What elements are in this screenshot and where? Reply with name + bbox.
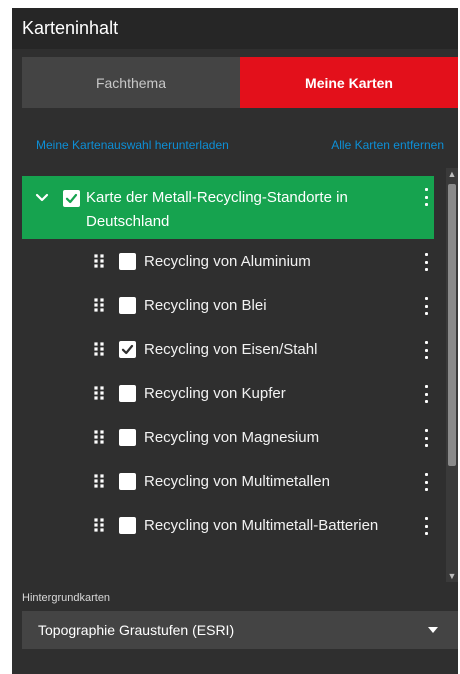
layer-row[interactable]: Recycling von Multimetallen [22,459,434,503]
layer-row[interactable]: Recycling von Eisen/Stahl [22,327,434,371]
layer-row[interactable]: Recycling von Magnesium [22,415,434,459]
layer-checkbox[interactable] [119,429,136,446]
layer-row[interactable]: Recycling von Blei [22,283,434,327]
layer-checkbox[interactable] [119,473,136,490]
drag-handle-icon[interactable] [93,429,105,445]
layer-label: Recycling von Kupfer [144,385,286,402]
layer-label: Recycling von Aluminium [144,253,311,270]
chevron-down-icon[interactable] [34,190,50,206]
scroll-up-icon[interactable]: ▲ [446,168,458,180]
layer-checkbox[interactable] [119,517,136,534]
drag-handle-icon[interactable] [93,253,105,269]
drag-handle-icon[interactable] [93,517,105,533]
remove-all-maps-link[interactable]: Alle Karten entfernen [331,138,444,152]
layer-label: Recycling von Multimetall-Batterien [144,517,379,534]
more-vertical-icon[interactable] [420,385,432,403]
more-vertical-icon[interactable] [420,188,432,206]
layer-list-scrollbar[interactable]: ▲ ▼ [446,168,458,582]
more-vertical-icon[interactable] [420,341,432,359]
layer-label: Recycling von Multimetallen [144,473,330,490]
layer-label: Recycling von Eisen/Stahl [144,341,318,358]
drag-handle-icon[interactable] [93,385,105,401]
more-vertical-icon[interactable] [420,253,432,271]
checkmark-icon [65,193,78,204]
more-vertical-icon[interactable] [420,297,432,315]
drag-handle-icon[interactable] [93,473,105,489]
more-vertical-icon[interactable] [420,429,432,447]
layer-row[interactable]: Recycling von Kupfer [22,371,434,415]
more-vertical-icon[interactable] [420,517,432,535]
caret-down-icon [428,627,438,633]
basemap-selected-value: Topographie Graustufen (ESRI) [38,622,235,638]
map-group-checkbox[interactable] [63,190,80,207]
scrollbar-thumb[interactable] [448,184,456,466]
tab-bar: Fachthema Meine Karten [22,57,458,108]
basemap-select[interactable]: Topographie Graustufen (ESRI) [22,611,458,649]
checkmark-icon [121,344,134,355]
tab-meine-karten[interactable]: Meine Karten [240,57,458,108]
layer-checkbox[interactable] [119,253,136,270]
map-group-title: Karte der Metall-Recycling-Standorte in … [86,189,348,230]
layer-checkbox[interactable] [119,341,136,358]
layer-label: Recycling von Blei [144,297,267,314]
basemap-label: Hintergrundkarten [22,592,111,604]
map-group-row[interactable]: Karte der Metall-Recycling-Standorte in … [22,176,434,239]
layer-checkbox[interactable] [119,385,136,402]
panel-title: Karteninhalt [12,8,458,49]
layer-row[interactable]: Recycling von Aluminium [22,239,434,283]
more-vertical-icon[interactable] [420,473,432,491]
layer-checkbox[interactable] [119,297,136,314]
drag-handle-icon[interactable] [93,297,105,313]
layer-label: Recycling von Magnesium [144,429,320,446]
scroll-down-icon[interactable]: ▼ [446,570,458,582]
map-actions: Meine Kartenauswahl herunterladen Alle K… [36,138,444,152]
download-selection-link[interactable]: Meine Kartenauswahl herunterladen [36,138,229,152]
map-layer-list: Karte der Metall-Recycling-Standorte in … [22,176,434,585]
layer-row[interactable]: Recycling von Multimetall-Batterien [22,503,434,567]
tab-fachthema[interactable]: Fachthema [22,57,240,108]
karteninhalt-panel: Karteninhalt Fachthema Meine Karten Mein… [12,8,458,674]
drag-handle-icon[interactable] [93,341,105,357]
